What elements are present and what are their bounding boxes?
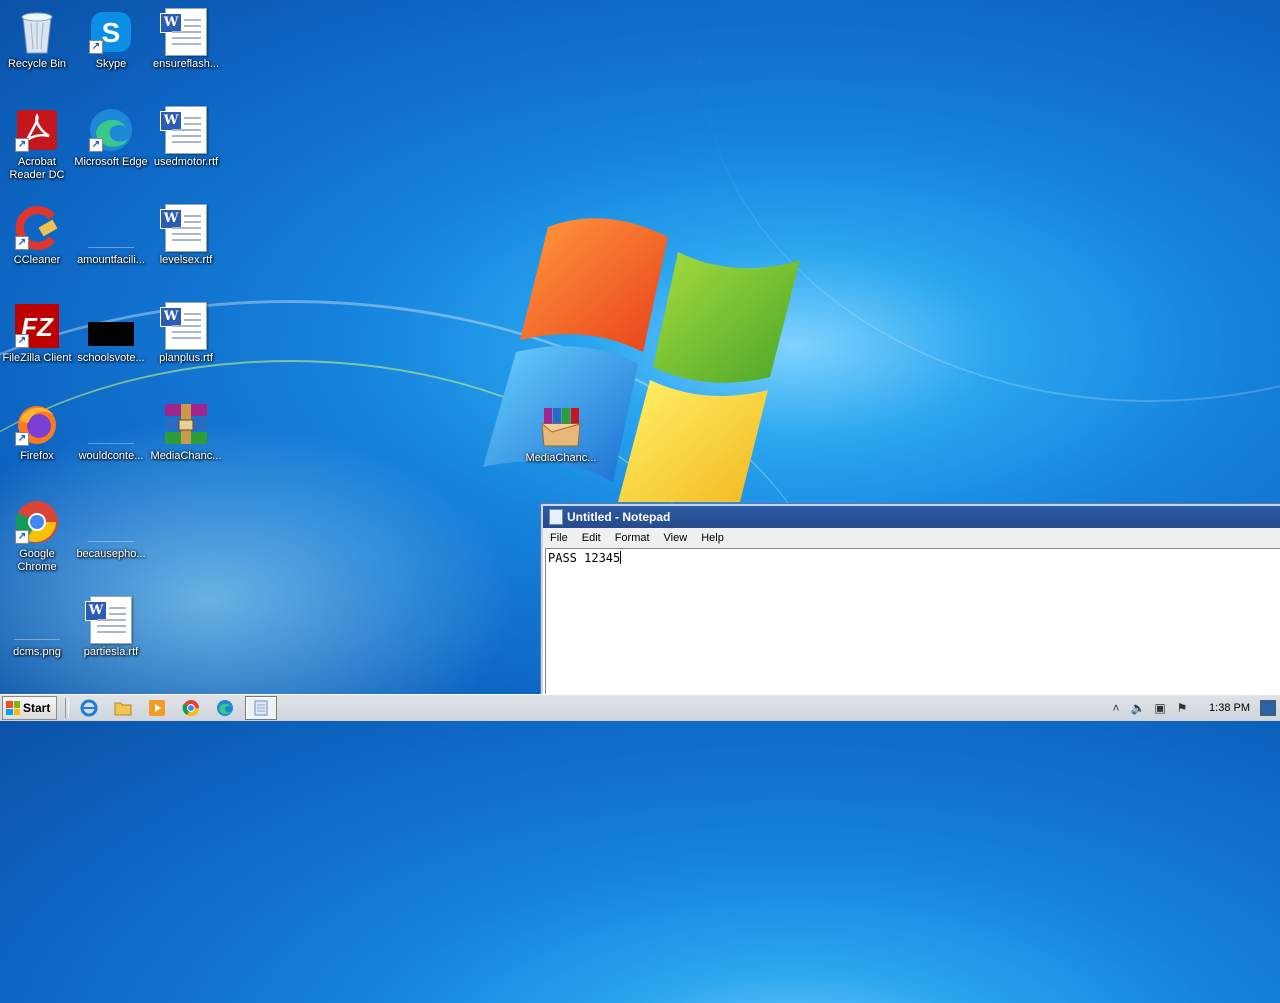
icon-label: dcms.png	[13, 646, 61, 658]
shortcut-arrow-icon: ↗	[15, 432, 29, 446]
icon-label: partiesla.rtf	[83, 646, 139, 658]
svg-text:S: S	[102, 17, 121, 48]
shortcut-arrow-icon: ↗	[89, 138, 103, 152]
file-explorer-icon[interactable]	[109, 697, 137, 719]
desktop-icon-skype[interactable]: S ↗ Skype	[74, 2, 148, 71]
skype-icon: S ↗	[87, 8, 135, 56]
menu-edit[interactable]: Edit	[575, 532, 608, 544]
notepad-window[interactable]: Untitled - Notepad File Edit Format View…	[540, 503, 1280, 697]
icon-label: levelsex.rtf	[159, 254, 213, 266]
start-label: Start	[23, 701, 51, 715]
internet-explorer-icon[interactable]	[75, 697, 103, 719]
blank-file-icon	[87, 400, 135, 448]
desktop-icon-dcms-png[interactable]: dcms.png	[0, 590, 74, 659]
shortcut-arrow-icon: ↗	[89, 40, 103, 54]
icon-label: becausepho...	[76, 548, 146, 560]
menu-bar: File Edit Format View Help	[543, 528, 1280, 548]
desktop-icon-filezilla[interactable]: FZ ↗ FileZilla Client	[0, 296, 74, 365]
desktop-icon-levelsex[interactable]: W levelsex.rtf	[149, 198, 223, 267]
icon-label: MediaChanc...	[150, 450, 222, 462]
show-hidden-icons-icon[interactable]: ˄	[1107, 699, 1125, 717]
notepad-taskbar-button[interactable]	[245, 696, 278, 720]
icon-label: planplus.rtf	[159, 352, 213, 364]
icon-label: usedmotor.rtf	[153, 156, 219, 168]
word-document-icon: W	[85, 596, 135, 644]
desktop-icon-mediachance-center[interactable]: MediaChanc...	[524, 396, 598, 465]
icon-label: wouldconte...	[78, 450, 144, 462]
desktop-icon-schoolsvote[interactable]: schoolsvote...	[74, 296, 148, 365]
text-caret	[620, 551, 622, 564]
winrar-box-icon	[537, 402, 585, 450]
menu-view[interactable]: View	[657, 532, 695, 544]
editor-content: PASS 12345	[548, 551, 621, 565]
media-player-icon[interactable]	[143, 697, 171, 719]
icon-label: MediaChanc...	[525, 452, 597, 464]
desktop-icon-planplus[interactable]: W planplus.rtf	[149, 296, 223, 365]
edge-icon: ↗	[87, 106, 135, 154]
desktop-icon-amountfacili[interactable]: amountfacili...	[74, 198, 148, 267]
shortcut-arrow-icon: ↗	[15, 236, 29, 250]
black-file-icon	[87, 302, 135, 350]
desktop-icon-ensureflash[interactable]: W ensureflash...	[149, 2, 223, 71]
word-document-icon: W	[160, 302, 210, 350]
icon-label: FileZilla Client	[2, 352, 72, 364]
show-desktop-button[interactable]	[1260, 700, 1276, 716]
icon-label: Acrobat Reader DC	[9, 156, 65, 181]
desktop-icon-usedmotor[interactable]: W usedmotor.rtf	[149, 100, 223, 169]
anyrun-watermark: ANY RUN	[1038, 612, 1270, 663]
desktop-icon-wouldconte[interactable]: wouldconte...	[74, 394, 148, 463]
shortcut-arrow-icon: ↗	[15, 334, 29, 348]
desktop-icon-mediachance-rar[interactable]: MediaChanc...	[149, 394, 223, 463]
action-center-flag-icon[interactable]: ⚑	[1173, 699, 1191, 717]
window-title: Untitled - Notepad	[567, 510, 671, 524]
desktop-icon-becausepho[interactable]: becausepho...	[74, 492, 148, 561]
desktop-icon-microsoft-edge[interactable]: ↗ Microsoft Edge	[74, 100, 148, 169]
desktop-icon-firefox[interactable]: ↗ Firefox	[0, 394, 74, 463]
desktop-icon-acrobat[interactable]: ↗ Acrobat Reader DC	[0, 100, 74, 182]
icon-label: amountfacili...	[77, 254, 145, 266]
desktop-icon-partiesla[interactable]: W partiesla.rtf	[74, 590, 148, 659]
notepad-icon	[254, 700, 268, 716]
blank-file-icon	[87, 204, 135, 252]
menu-format[interactable]: Format	[608, 532, 657, 544]
system-tray: ˄ 🔈 ▣ ⚑ 1:38 PM	[1107, 695, 1280, 721]
icon-label: ensureflash...	[152, 58, 220, 70]
notepad-icon	[549, 509, 563, 525]
image-file-icon	[13, 596, 61, 644]
network-icon[interactable]: ▣	[1151, 699, 1169, 717]
acrobat-reader-icon: ↗	[13, 106, 61, 154]
recycle-bin-icon	[13, 8, 61, 56]
menu-file[interactable]: File	[543, 532, 575, 544]
start-button[interactable]: Start	[2, 696, 58, 720]
shortcut-arrow-icon: ↗	[15, 138, 29, 152]
chrome-icon: ↗	[13, 498, 61, 546]
filezilla-icon: FZ ↗	[13, 302, 61, 350]
chrome-icon[interactable]	[177, 697, 205, 719]
blank-file-icon	[87, 498, 135, 546]
volume-icon[interactable]: 🔈	[1129, 699, 1147, 717]
firefox-icon: ↗	[13, 400, 61, 448]
icon-label: Google Chrome	[17, 548, 57, 573]
winrar-archive-icon	[162, 400, 210, 448]
icon-label: schoolsvote...	[77, 352, 145, 364]
clock[interactable]: 1:38 PM	[1209, 702, 1250, 714]
desktop-icon-google-chrome[interactable]: ↗ Google Chrome	[0, 492, 74, 574]
menu-help[interactable]: Help	[694, 532, 731, 544]
desktop-icon-ccleaner[interactable]: ↗ CCleaner	[0, 198, 74, 267]
icon-label: Recycle Bin	[7, 58, 67, 70]
desktop-icon-recycle-bin[interactable]: Recycle Bin	[0, 2, 74, 71]
notepad-titlebar[interactable]: Untitled - Notepad	[543, 506, 1280, 528]
icon-label: Skype	[95, 58, 127, 70]
windows-flag-icon	[6, 701, 20, 715]
edge-icon[interactable]	[211, 697, 239, 719]
ccleaner-icon: ↗	[13, 204, 61, 252]
icon-label: CCleaner	[13, 254, 61, 266]
icon-label: Firefox	[20, 450, 54, 462]
icon-label: Microsoft Edge	[74, 156, 148, 168]
word-document-icon: W	[160, 106, 210, 154]
taskbar: Start ˄ 🔈 ▣ ⚑ 1:38 PM	[0, 694, 1280, 721]
shortcut-arrow-icon: ↗	[15, 530, 29, 544]
word-document-icon: W	[160, 8, 210, 56]
word-document-icon: W	[160, 204, 210, 252]
